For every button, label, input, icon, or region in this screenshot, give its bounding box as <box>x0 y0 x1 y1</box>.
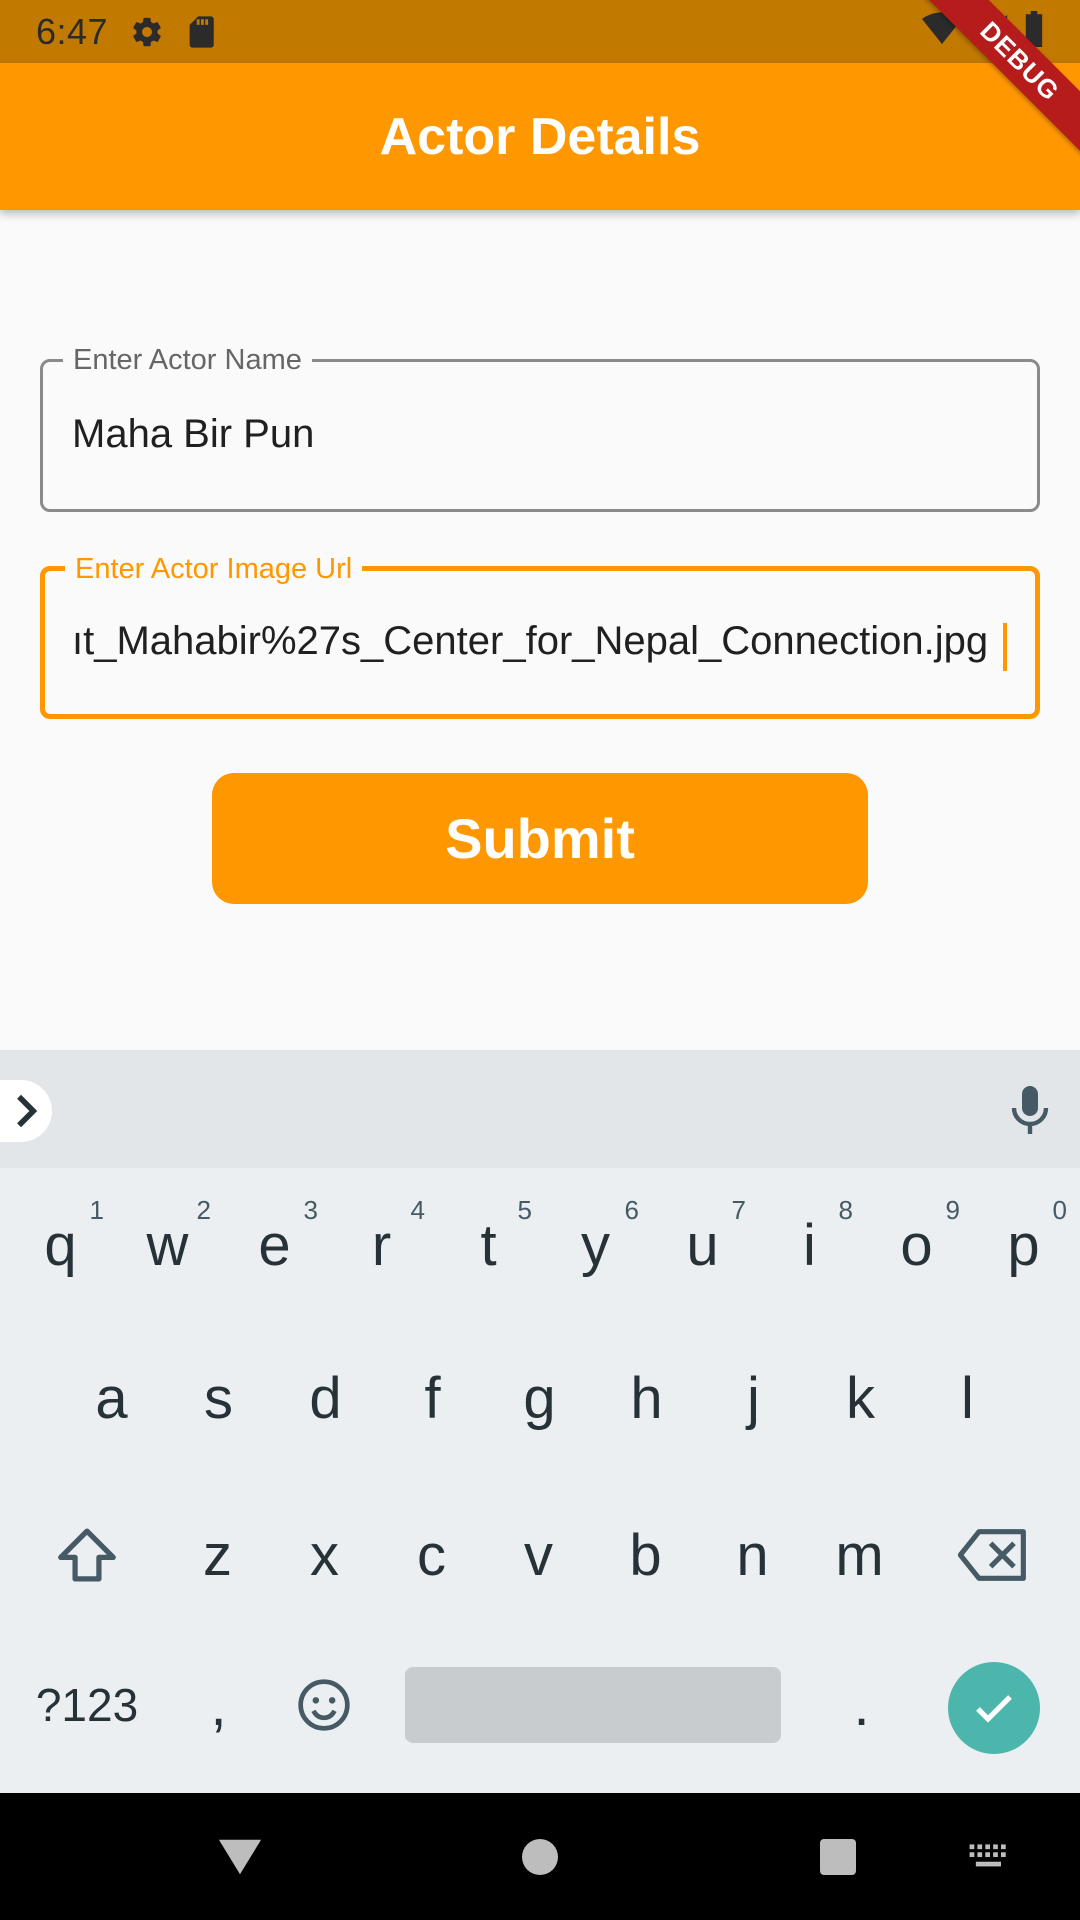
battery-icon <box>1024 11 1044 52</box>
key-hint: 7 <box>731 1195 746 1225</box>
key-label: t <box>480 1212 497 1278</box>
actor-image-url-field[interactable]: Enter Actor Image Url ıt_Mahabir%27s_Cen… <box>40 553 1040 719</box>
key-o[interactable]: o9 <box>863 1185 970 1305</box>
key-q[interactable]: q1 <box>7 1185 114 1305</box>
backspace-key[interactable] <box>938 1495 1048 1615</box>
done-key[interactable] <box>948 1662 1040 1754</box>
app-bar: Actor Details <box>0 63 1080 210</box>
key-u[interactable]: u7 <box>649 1185 756 1305</box>
key-g[interactable]: g <box>486 1338 593 1458</box>
key-hint: 2 <box>196 1195 211 1225</box>
key-label: u <box>686 1212 719 1278</box>
key-a[interactable]: a <box>58 1338 165 1458</box>
key-v[interactable]: v <box>485 1495 592 1615</box>
backspace-icon <box>958 1529 1026 1581</box>
actor-image-url-label: Enter Actor Image Url <box>65 553 363 585</box>
key-label: o <box>900 1212 933 1278</box>
recents-square-icon[interactable] <box>798 1793 878 1920</box>
key-label: q <box>44 1212 77 1278</box>
key-p[interactable]: p0 <box>970 1185 1077 1305</box>
sd-card-icon <box>186 15 216 49</box>
emoji-icon <box>297 1679 350 1731</box>
key-l[interactable]: l <box>914 1338 1021 1458</box>
key-f[interactable]: f <box>379 1338 486 1458</box>
comma-key[interactable]: , <box>165 1645 272 1765</box>
key-e[interactable]: e3 <box>221 1185 328 1305</box>
actor-image-url-input[interactable]: ıt_Mahabir%27s_Center_for_Nepal_Connecti… <box>72 619 1005 664</box>
space-key[interactable] <box>405 1667 781 1743</box>
key-label: i <box>803 1212 816 1278</box>
key-j[interactable]: j <box>700 1338 807 1458</box>
key-w[interactable]: w2 <box>114 1185 221 1305</box>
key-hint: 4 <box>410 1195 425 1225</box>
key-z[interactable]: z <box>164 1495 271 1615</box>
key-d[interactable]: d <box>272 1338 379 1458</box>
actor-image-url-text: ıt_Mahabir%27s_Center_for_Nepal_Connecti… <box>72 619 989 663</box>
key-hint: 3 <box>303 1195 318 1225</box>
home-circle-icon[interactable] <box>500 1793 580 1920</box>
navigation-bar <box>0 1793 1080 1920</box>
key-s[interactable]: s <box>165 1338 272 1458</box>
key-m[interactable]: m <box>806 1495 913 1615</box>
key-label: w <box>146 1212 189 1278</box>
status-time: 6:47 <box>36 10 109 52</box>
key-label: p <box>1007 1212 1040 1278</box>
page-title: Actor Details <box>379 107 701 166</box>
key-t[interactable]: t5 <box>435 1185 542 1305</box>
key-hint: 5 <box>517 1195 532 1225</box>
key-hint: 0 <box>1052 1195 1067 1225</box>
period-key[interactable]: . <box>808 1645 915 1765</box>
key-r[interactable]: r4 <box>328 1185 435 1305</box>
key-h[interactable]: h <box>593 1338 700 1458</box>
key-k[interactable]: k <box>807 1338 914 1458</box>
key-x[interactable]: x <box>271 1495 378 1615</box>
text-cursor <box>1003 623 1007 671</box>
actor-name-input[interactable]: Maha Bir Pun <box>72 412 1007 457</box>
key-hint: 1 <box>89 1195 104 1225</box>
check-icon <box>976 1695 1012 1723</box>
key-label: r <box>371 1212 392 1278</box>
microphone-icon[interactable] <box>1010 1084 1050 1141</box>
status-bar: 6:47 <box>0 0 1080 63</box>
submit-button[interactable]: Submit <box>212 773 868 904</box>
chevron-right-icon[interactable] <box>0 1080 52 1142</box>
back-triangle-icon[interactable] <box>200 1793 280 1920</box>
key-i[interactable]: i8 <box>756 1185 863 1305</box>
shift-key[interactable] <box>32 1495 142 1615</box>
key-label: e <box>258 1212 291 1278</box>
emoji-key[interactable] <box>270 1645 377 1765</box>
actor-name-field[interactable]: Enter Actor Name Maha Bir Pun <box>40 344 1040 512</box>
key-n[interactable]: n <box>699 1495 806 1615</box>
key-b[interactable]: b <box>592 1495 699 1615</box>
shift-icon <box>58 1528 116 1582</box>
key-hint: 8 <box>838 1195 853 1225</box>
key-hint: 9 <box>945 1195 960 1225</box>
actor-name-label: Enter Actor Name <box>63 344 312 376</box>
key-label: y <box>581 1212 610 1278</box>
signal-icon <box>976 12 1010 51</box>
key-y[interactable]: y6 <box>542 1185 649 1305</box>
key-hint: 6 <box>624 1195 639 1225</box>
key-c[interactable]: c <box>378 1495 485 1615</box>
keyboard-toolbar <box>0 1050 1080 1168</box>
keyboard-switch-icon[interactable] <box>950 1793 1030 1920</box>
gear-icon <box>130 15 164 49</box>
symbols-key[interactable]: ?123 <box>32 1645 142 1765</box>
wifi-icon <box>922 12 962 51</box>
